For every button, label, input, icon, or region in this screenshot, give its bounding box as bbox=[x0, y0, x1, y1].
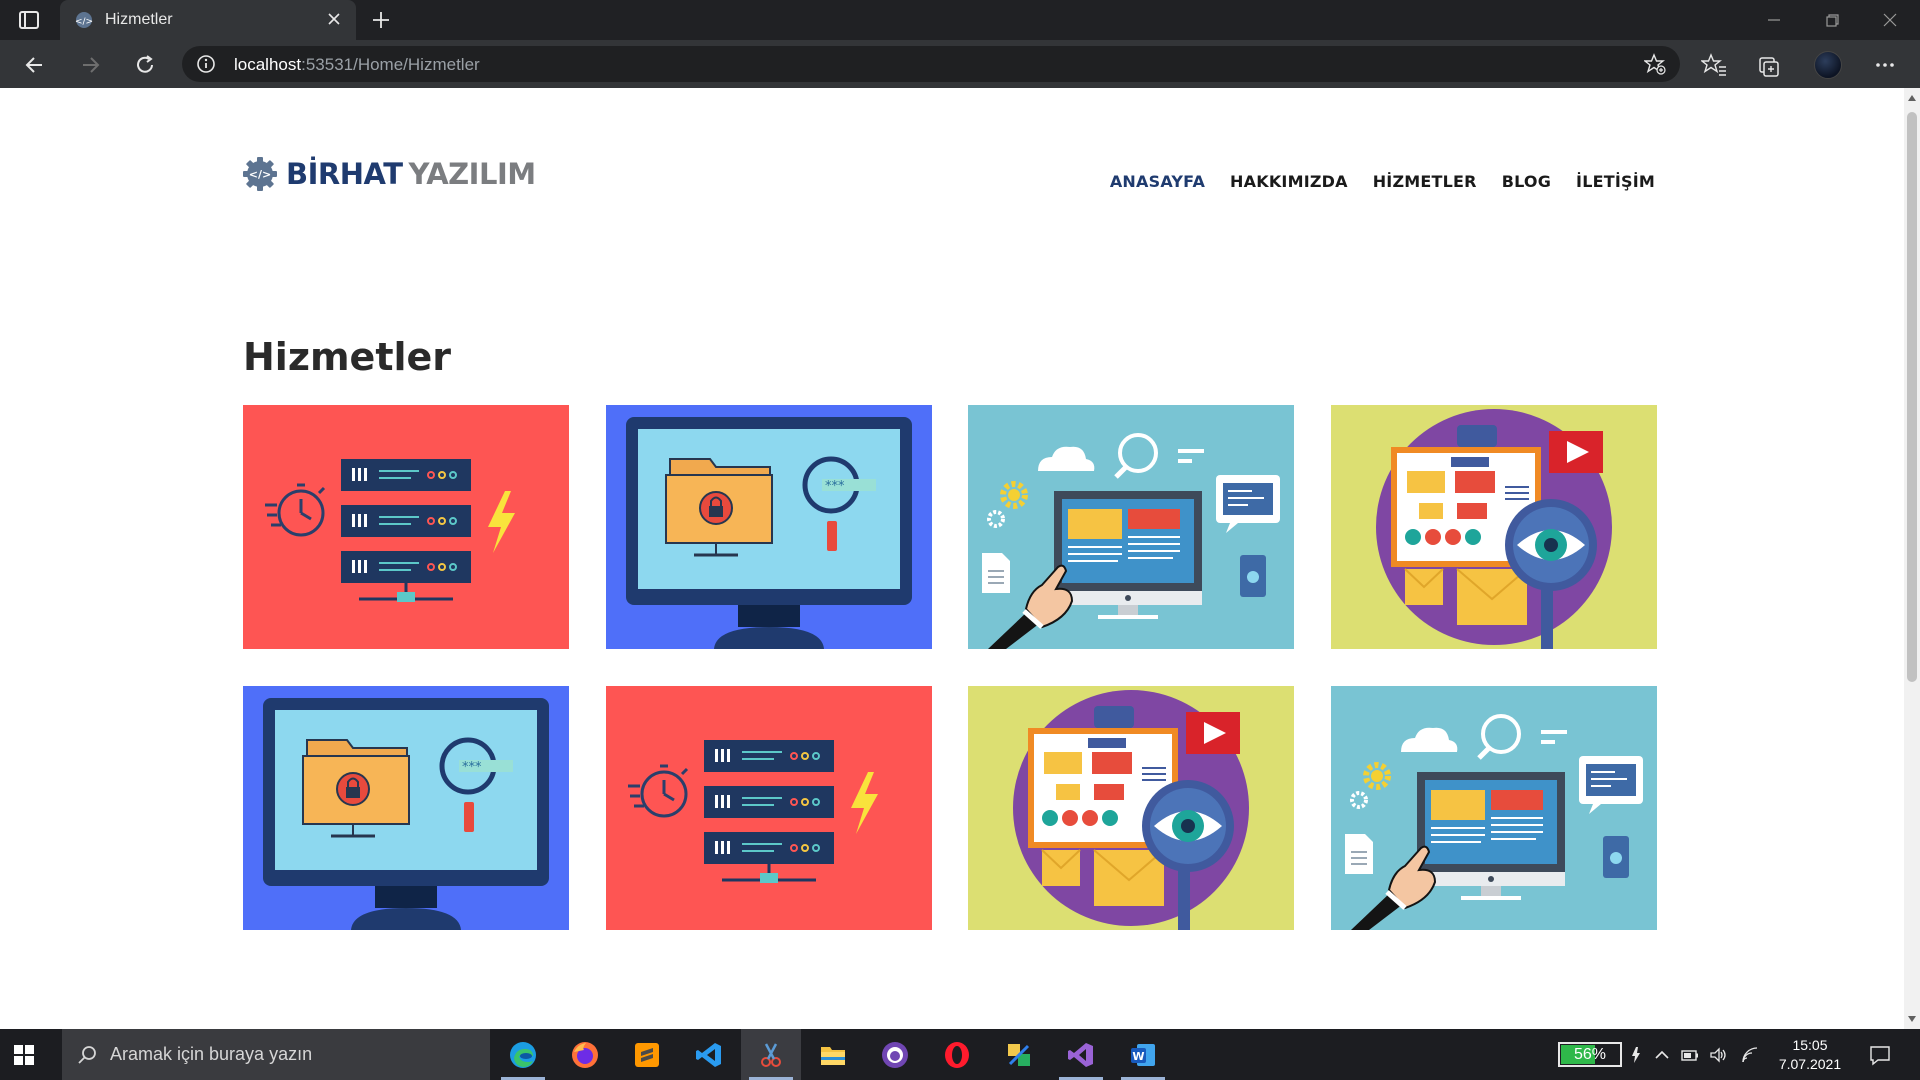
scroll-up-icon[interactable] bbox=[1908, 94, 1916, 102]
battery-indicator[interactable]: 56% bbox=[1558, 1042, 1622, 1067]
site-brand[interactable]: </> BİRHAT YAZILIM bbox=[242, 152, 536, 196]
svg-text:W: W bbox=[1132, 1050, 1144, 1063]
eye-magnifier-illustration bbox=[1331, 405, 1657, 649]
profile-avatar[interactable] bbox=[1814, 51, 1842, 79]
page-viewport: </> BİRHAT YAZILIM ANASAYFA HAKKIMIZDA H… bbox=[0, 88, 1904, 1029]
refresh-icon[interactable] bbox=[132, 52, 158, 78]
page-title: Hizmetler bbox=[243, 335, 452, 379]
browser-tab[interactable]: </> Hizmetler bbox=[60, 0, 356, 40]
power-plug-icon[interactable] bbox=[1626, 1045, 1646, 1065]
github-desktop-icon bbox=[882, 1042, 908, 1068]
nav-link-home[interactable]: ANASAYFA bbox=[1110, 172, 1205, 191]
search-placeholder: Aramak için buraya yazın bbox=[110, 1044, 313, 1064]
service-card[interactable] bbox=[606, 686, 932, 930]
address-host: localhost bbox=[234, 55, 302, 74]
clock-date: 7.07.2021 bbox=[1778, 1056, 1842, 1072]
taskbar-vscode[interactable] bbox=[679, 1029, 739, 1080]
service-card[interactable] bbox=[1331, 405, 1657, 649]
browser-toolbar: localhost:53531/Home/Hizmetler bbox=[0, 40, 1920, 88]
windows-taskbar: Aramak için buraya yazın W 56% 15:05 7.0… bbox=[0, 1029, 1920, 1080]
favorites-icon[interactable] bbox=[1701, 52, 1727, 78]
taskbar-opera[interactable] bbox=[927, 1029, 987, 1080]
svg-text:</>: </> bbox=[75, 17, 93, 27]
snipping-tool-icon bbox=[761, 1043, 781, 1067]
minimize-icon[interactable] bbox=[1762, 8, 1786, 32]
nav-link-services[interactable]: HİZMETLER bbox=[1373, 172, 1477, 191]
site-info-icon[interactable] bbox=[196, 54, 216, 74]
taskbar-snipping-tool[interactable] bbox=[741, 1029, 801, 1080]
notifications-icon[interactable] bbox=[1868, 1043, 1892, 1067]
address-bar[interactable]: localhost:53531/Home/Hizmetler bbox=[182, 46, 1680, 82]
service-card[interactable] bbox=[606, 405, 932, 649]
taskbar-github-desktop[interactable] bbox=[865, 1029, 925, 1080]
back-icon[interactable] bbox=[22, 52, 48, 78]
tab-title: Hizmetler bbox=[105, 11, 173, 28]
brand-gear-code-icon: </> bbox=[243, 157, 277, 191]
main-nav: ANASAYFA HAKKIMIZDA HİZMETLER BLOG İLETİ… bbox=[1110, 172, 1655, 191]
clock-time: 15:05 bbox=[1792, 1037, 1828, 1053]
brand-name-secondary: YAZILIM bbox=[408, 157, 536, 191]
nav-link-blog[interactable]: BLOG bbox=[1502, 172, 1551, 191]
address-path: :53531/Home/Hizmetler bbox=[301, 55, 480, 74]
scrollbar-thumb[interactable] bbox=[1907, 112, 1917, 682]
svg-text:</>: </> bbox=[249, 168, 271, 181]
service-card[interactable] bbox=[243, 405, 569, 649]
service-card[interactable] bbox=[968, 405, 1294, 649]
scroll-down-icon[interactable] bbox=[1908, 1015, 1916, 1023]
edge-icon bbox=[510, 1042, 536, 1068]
taskbar-firefox[interactable] bbox=[555, 1029, 615, 1080]
secure-folder-illustration bbox=[243, 686, 569, 930]
server-speed-illustration bbox=[243, 405, 569, 649]
close-window-icon[interactable] bbox=[1878, 8, 1902, 32]
windows-start-icon[interactable] bbox=[12, 1043, 36, 1067]
forward-icon[interactable] bbox=[77, 52, 103, 78]
service-card[interactable] bbox=[243, 686, 569, 930]
taskbar-sublime[interactable] bbox=[617, 1029, 677, 1080]
site-favicon-icon: </> bbox=[75, 12, 93, 28]
web-analytics-illustration bbox=[968, 405, 1294, 649]
restore-icon[interactable] bbox=[1820, 8, 1844, 32]
nav-link-contact[interactable]: İLETİŞİM bbox=[1576, 172, 1655, 191]
battery-tray-icon[interactable] bbox=[1680, 1045, 1700, 1065]
taskbar-file-explorer[interactable] bbox=[803, 1029, 863, 1080]
web-analytics-illustration bbox=[1331, 686, 1657, 930]
nav-link-about[interactable]: HAKKIMIZDA bbox=[1230, 172, 1348, 191]
browser-tab-strip: </> Hizmetler bbox=[0, 0, 1920, 40]
collections-icon[interactable] bbox=[1756, 52, 1782, 78]
more-options-icon[interactable] bbox=[1872, 52, 1898, 78]
visual-studio-icon bbox=[1068, 1043, 1093, 1067]
add-favorite-icon[interactable] bbox=[1644, 53, 1666, 75]
firefox-icon bbox=[572, 1042, 598, 1068]
system-clock[interactable]: 15:05 7.07.2021 bbox=[1774, 1036, 1846, 1074]
service-card[interactable] bbox=[1331, 686, 1657, 930]
taskbar-edge[interactable] bbox=[493, 1029, 553, 1080]
sublime-text-icon bbox=[635, 1043, 659, 1067]
taskbar-search[interactable]: Aramak için buraya yazın bbox=[62, 1029, 490, 1080]
wifi-icon[interactable] bbox=[1740, 1045, 1760, 1065]
secure-folder-illustration bbox=[606, 405, 932, 649]
taskbar-word[interactable]: W bbox=[1113, 1029, 1173, 1080]
tab-actions-icon[interactable] bbox=[18, 10, 40, 30]
server-speed-illustration bbox=[606, 686, 932, 930]
close-tab-icon[interactable] bbox=[326, 11, 342, 27]
word-icon: W bbox=[1131, 1044, 1155, 1066]
address-text[interactable]: localhost:53531/Home/Hizmetler bbox=[234, 55, 480, 75]
page-scrollbar[interactable] bbox=[1904, 88, 1920, 1029]
tool-icon bbox=[1008, 1044, 1030, 1066]
battery-percent: 56% bbox=[1573, 1046, 1607, 1063]
search-icon bbox=[78, 1046, 96, 1064]
chevron-up-icon[interactable] bbox=[1652, 1045, 1672, 1065]
taskbar-visual-studio[interactable] bbox=[1051, 1029, 1111, 1080]
service-card[interactable] bbox=[968, 686, 1294, 930]
taskbar-tool[interactable] bbox=[989, 1029, 1049, 1080]
vscode-icon bbox=[696, 1043, 721, 1067]
opera-icon bbox=[945, 1042, 969, 1068]
brand-name-primary: BİRHAT bbox=[286, 157, 403, 191]
eye-magnifier-illustration bbox=[968, 686, 1294, 930]
new-tab-icon[interactable] bbox=[370, 9, 392, 31]
file-explorer-icon bbox=[821, 1047, 845, 1065]
volume-icon[interactable] bbox=[1708, 1045, 1728, 1065]
